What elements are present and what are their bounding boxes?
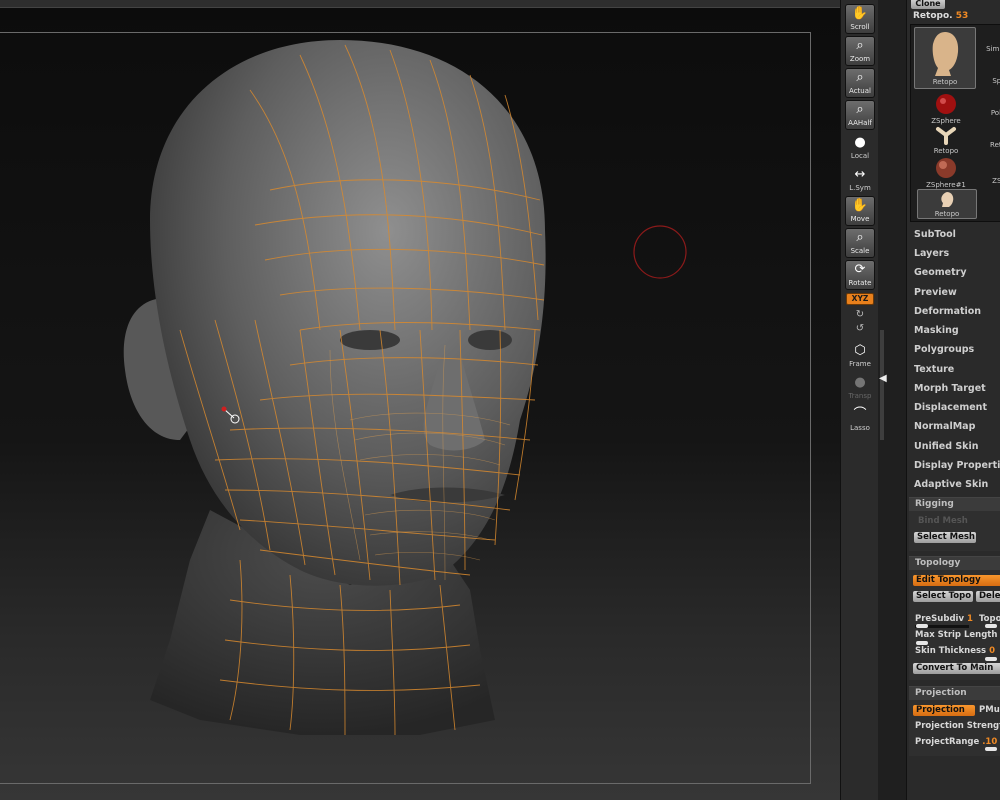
hand-icon: ✋ [851,6,869,21]
tool-count: 53 [955,11,969,21]
move-button[interactable]: ✋ Move [845,196,875,226]
symmetry-arrows-icon: ↔ [854,167,866,182]
magnifier-icon: ⌕ [856,230,864,245]
menu-displacement[interactable]: Displacement [914,402,987,413]
rotate-z-icon[interactable]: ↺ [853,323,867,335]
topology-section: Topology Edit Topology Select Topo Delet… [909,556,1000,680]
frame-button[interactable]: ⬡ Frame [845,342,875,372]
tool-thumb-zsp[interactable]: ZSp [989,177,1000,185]
rotate-icon: ⟳ [854,262,866,277]
magnifier-icon: ⌕ [856,102,864,117]
rotate-button[interactable]: ⟳ Rotate [845,260,875,290]
tool-thumb-reto[interactable]: Reto [987,141,1000,149]
menu-subtool[interactable]: SubTool [914,229,956,240]
left-eye [340,330,400,350]
project-range-slider[interactable]: ProjectRange .10 [915,737,997,747]
lasso-button[interactable]: ⌒ Lasso [845,406,875,436]
current-tool-title: Retopo. 53 [913,11,969,21]
projection-section: Projection Projection PMult Projection S… [909,686,1000,756]
menu-layers[interactable]: Layers [914,248,949,259]
sphere-icon: ● [854,135,866,150]
xyz-button[interactable]: XYZ [846,293,874,305]
hand-icon: ✋ [851,198,869,213]
skin-thickness-slider[interactable]: Skin Thickness 0 [915,646,995,656]
menu-texture[interactable]: Texture [914,364,954,375]
menu-preview[interactable]: Preview [914,287,957,298]
cube-icon: ⬡ [854,343,866,358]
scale-button[interactable]: ⌕ Scale [845,228,875,258]
viewport[interactable] [0,0,840,800]
tool-thumbnail-grid: Retopo Simp ZSphere Sph Poly Retopo Reto [910,24,1000,222]
transp-button[interactable]: ● Transp [845,374,875,404]
select-mesh-button[interactable]: Select Mesh [914,532,976,543]
brush-cursor [633,225,687,279]
bind-mesh-button[interactable]: Bind Mesh [915,516,975,527]
convert-to-main-button[interactable]: Convert To Main [913,663,1000,674]
rotate-y-icon[interactable]: ↻ [853,309,867,321]
project-range-knob[interactable] [985,747,997,751]
menu-masking[interactable]: Masking [914,325,959,336]
tool-thumb-sphere[interactable]: Sph [989,77,1000,85]
topo-knob[interactable] [985,624,997,628]
ghost-sphere-icon: ● [854,375,866,390]
rigging-header[interactable]: Rigging [909,498,1000,511]
topology-header[interactable]: Topology [909,557,1000,570]
aahalf-button[interactable]: ⌕ AAHalf [845,100,875,130]
clone-button[interactable]: Clone [911,0,945,9]
menu-geometry[interactable]: Geometry [914,267,967,278]
menu-polygroups[interactable]: Polygroups [914,344,974,355]
local-button[interactable]: ● Local [845,134,875,164]
projection-button[interactable]: Projection [913,705,975,716]
lasso-icon: ⌒ [853,407,867,422]
menu-display-properties[interactable]: Display Properties [914,460,1000,471]
lsym-button[interactable]: ↔ L.Sym [845,166,875,196]
textured-sphere-icon [936,158,956,178]
zoom-button[interactable]: ⌕ Zoom [845,36,875,66]
tool-shelf: ✋ Scroll ⌕ Zoom ⌕ Actual ⌕ AAHalf ● Loca… [840,0,878,800]
head-model[interactable] [0,0,840,800]
bones-icon [936,127,956,145]
skin-thickness-knob[interactable] [985,657,997,661]
delete-topo-button[interactable]: Delet [976,591,1000,602]
select-topo-button[interactable]: Select Topo [913,591,973,602]
presubdiv-knob[interactable] [916,624,928,628]
max-strip-length-slider[interactable]: Max Strip Length [915,630,997,640]
projection-strength-slider[interactable]: Projection Strengt [915,721,1000,731]
head-mesh [150,40,546,586]
palette-scroll-track[interactable]: ◀ [878,0,906,800]
magnifier-icon: ⌕ [856,38,864,53]
tool-thumb-poly[interactable]: Poly [987,109,1000,117]
scroll-button[interactable]: ✋ Scroll [845,4,875,34]
tool-palette: Clone Retopo. 53 Retopo Simp ZSphere Sph… [906,0,1000,800]
edit-topology-button[interactable]: Edit Topology [913,575,1000,586]
menu-adaptive-skin[interactable]: Adaptive Skin [914,479,988,490]
tool-thumb-zsphere1[interactable]: ZSphere#1 [921,157,971,189]
menu-unified-skin[interactable]: Unified Skin [914,441,979,452]
max-strip-length-knob[interactable] [916,641,928,645]
tool-thumb-retopo-3[interactable]: Retopo [917,189,977,219]
rigging-section: Rigging Bind Mesh Select Mesh [909,497,1000,551]
tool-thumb-retopo-2[interactable]: Retopo [925,125,967,155]
zsphere-icon [936,94,956,114]
menu-deformation[interactable]: Deformation [914,306,981,317]
magnifier-icon: ⌕ [856,70,864,85]
tool-thumb-zsphere[interactable]: ZSphere [925,93,967,125]
menu-morph-target[interactable]: Morph Target [914,383,986,394]
actual-button[interactable]: ⌕ Actual [845,68,875,98]
topo-slider[interactable]: Topo [979,614,1000,624]
right-eye [468,330,512,350]
bust-small-icon [941,192,954,207]
menu-normalmap[interactable]: NormalMap [914,421,975,432]
pmult-button[interactable]: PMult [979,705,1000,715]
tool-thumb-simple[interactable]: Simp [981,45,1000,53]
bust-thumbnail-icon [932,32,959,76]
projection-header[interactable]: Projection [909,687,1000,700]
collapse-arrow-icon[interactable]: ◀ [879,372,887,386]
presubdiv-slider[interactable]: PreSubdiv 1 [915,614,973,624]
tool-thumb-retopo-main[interactable]: Retopo [914,27,976,89]
